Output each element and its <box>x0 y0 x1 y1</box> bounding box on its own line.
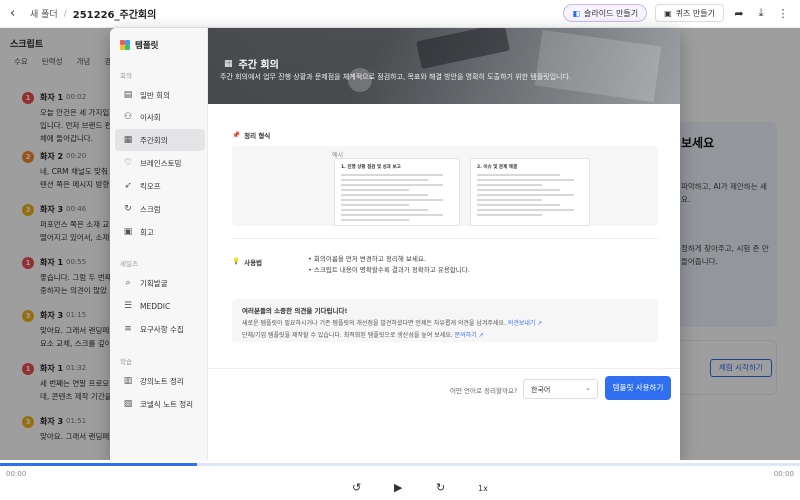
back-arrow-icon[interactable]: ‹ <box>10 6 24 21</box>
lightbulb-icon: ♡ <box>123 158 133 168</box>
top-bar: ‹ 새 폴더 / 251226_주간회의 ◧ 슬라이드 만들기 ▣ 퀴즈 만들기… <box>0 0 800 28</box>
usage-instructions: • 회의이름을 먼저 변경하고 정리해 보세요. • 스크립트 내용이 명확할수… <box>308 255 470 274</box>
play-icon[interactable]: ▶ <box>394 481 402 494</box>
sidebar-item-cornell-notes[interactable]: ▧ 코넬식 노트 정리 <box>115 393 205 415</box>
sidebar-item-board-meeting[interactable]: ⚇ 이사회 <box>115 106 205 128</box>
section-label: 학습 <box>120 358 132 366</box>
playback-speed[interactable]: 1x <box>478 484 488 493</box>
template-description: 주간 회의에서 업무 진행 상황과 문제점을 체계적으로 점검하고, 목표와 해… <box>220 73 572 81</box>
notes-icon: ▧ <box>123 399 133 409</box>
template-footer: 어떤 언어로 정리할까요? 한국어 ⌄ 템플릿 사용하기 <box>208 368 680 465</box>
audio-player: 00:00 00:00 ↺ ▶ ↻ 1x <box>0 460 800 500</box>
template-logo-label: 템플릿 <box>135 41 159 51</box>
make-quiz-label: 퀴즈 만들기 <box>675 8 715 18</box>
example-document: 1. 진행 상황 점검 및 성과 보고 <box>334 158 460 226</box>
feedback-line: 단체/기업 템플릿을 제작할 수 있습니다. 최적화된 템플릿으로 생산성을 높… <box>242 332 484 339</box>
sidebar-item-scrum[interactable]: ↻ 스크럼 <box>115 198 205 220</box>
calendar-icon: ▦ <box>224 58 233 69</box>
format-example: 예시 1. 진행 상황 점검 및 성과 보고 2. 이슈 및 문제 해결 <box>232 146 658 226</box>
template-logo-icon <box>120 40 130 50</box>
template-title: ▦ 주간 회의 <box>224 58 279 72</box>
example-doc-heading: 1. 진행 상황 점검 및 성과 보고 <box>341 165 401 170</box>
toolbar-actions: ◧ 슬라이드 만들기 ▣ 퀴즈 만들기 ➦ ⤓ ⋮ <box>563 4 790 22</box>
list-icon: ≡ <box>124 324 132 334</box>
breadcrumb-folder[interactable]: 새 폴더 <box>30 7 58 20</box>
sidebar-item-prospecting[interactable]: ⌕ 기획발굴 <box>115 272 205 294</box>
make-slides-label: 슬라이드 만들기 <box>584 8 639 18</box>
forward-icon[interactable]: ↻ <box>436 481 445 494</box>
feedback-title: 여러분들의 소중한 의견을 기다립니다! <box>242 307 348 315</box>
template-hero-banner: ▦ 주간 회의 주간 회의에서 업무 진행 상황과 문제점을 체계적으로 점검하… <box>208 28 680 104</box>
cycle-icon: ↻ <box>124 204 132 214</box>
sidebar-item-requirements[interactable]: ≡ 요구사항 수집 <box>115 318 205 340</box>
feedback-line: 새로운 템플릿이 필요하시거나 기존 템플릿의 개선점을 발견하셨다면 언제든 … <box>242 320 543 327</box>
checklist-icon: ☰ <box>123 301 133 311</box>
pin-icon: 📌 <box>232 131 241 139</box>
template-modal: 템플릿 회의 ▤ 일반 회의 ⚇ 이사회 ▦ 주간회의 ♡ 브레인스토밍 ➶ 킥오프 ↻ 스… <box>110 28 680 465</box>
sidebar-item-brainstorming[interactable]: ♡ 브레인스토밍 <box>115 152 205 174</box>
sidebar-item-weekly-meeting[interactable]: ▦ 주간회의 <box>115 129 205 151</box>
quiz-icon: ▣ <box>664 8 672 18</box>
use-template-button[interactable]: 템플릿 사용하기 <box>605 376 671 400</box>
search-icon: ⌕ <box>125 278 131 288</box>
breadcrumb-separator: / <box>63 8 67 19</box>
template-logo: 템플릿 <box>120 39 158 51</box>
rocket-icon: ➶ <box>124 181 132 191</box>
sidebar-item-retrospective[interactable]: ▣ 회고 <box>115 221 205 243</box>
example-doc-heading: 2. 이슈 및 문제 해결 <box>477 165 518 170</box>
example-document: 2. 이슈 및 문제 해결 <box>470 158 590 226</box>
template-sidebar: 템플릿 회의 ▤ 일반 회의 ⚇ 이사회 ▦ 주간회의 ♡ 브레인스토밍 ➶ 킥오프 ↻ 스… <box>110 28 208 465</box>
more-icon[interactable]: ⋮ <box>776 7 790 20</box>
rewind-icon[interactable]: ↺ <box>352 481 361 494</box>
share-icon[interactable]: ➦ <box>732 7 746 20</box>
contact-link[interactable]: 문의하기 ↗ <box>455 332 484 339</box>
sidebar-item-general-meeting[interactable]: ▤ 일반 회의 <box>115 84 205 106</box>
sidebar-item-meddic[interactable]: ☰ MEDDIC <box>115 295 205 317</box>
section-label: 세일즈 <box>120 260 138 268</box>
people-icon: ⚇ <box>123 112 133 122</box>
section-label: 회의 <box>120 72 132 80</box>
progress-fill <box>0 463 197 466</box>
breadcrumb-current: 251226_주간회의 <box>72 10 157 21</box>
lightbulb-icon: 💡 <box>232 257 241 265</box>
feedback-box: 여러분들의 소중한 의견을 기다립니다! 새로운 템플릿이 필요하시거나 기존 … <box>232 299 658 342</box>
make-slides-button[interactable]: ◧ 슬라이드 만들기 <box>563 4 648 22</box>
make-quiz-button[interactable]: ▣ 퀴즈 만들기 <box>655 4 724 22</box>
download-icon[interactable]: ⤓ <box>754 6 768 20</box>
slides-icon: ◧ <box>572 8 581 18</box>
chevron-down-icon: ⌄ <box>585 384 591 392</box>
send-feedback-link[interactable]: 의견보내기 ↗ <box>508 320 543 327</box>
total-time: 00:00 <box>773 470 794 478</box>
document-icon: ▤ <box>123 90 133 100</box>
sidebar-item-kickoff[interactable]: ➶ 킥오프 <box>115 175 205 197</box>
retro-icon: ▣ <box>123 227 133 237</box>
divider <box>232 238 658 239</box>
calendar-icon: ▦ <box>123 135 133 145</box>
language-select[interactable]: 한국어 ⌄ <box>523 379 598 399</box>
usage-label: 💡 사용법 <box>232 257 263 267</box>
current-time: 00:00 <box>6 470 27 478</box>
language-question: 어떤 언어로 정리할까요? <box>450 387 518 395</box>
notebook-icon: ▥ <box>123 376 133 386</box>
format-title: 📌 정리 형식 <box>232 131 271 140</box>
sidebar-item-lecture-notes[interactable]: ▥ 강의노트 정리 <box>115 370 205 392</box>
